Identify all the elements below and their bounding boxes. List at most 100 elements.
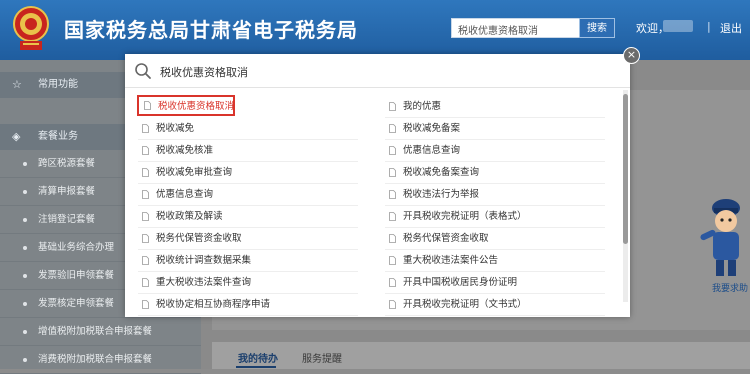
tab-service-reminder[interactable]: 服务提醒: [302, 350, 342, 365]
result-item[interactable]: 税务代保管资金收取: [385, 228, 605, 250]
result-item[interactable]: 税收违法行为举报: [385, 184, 605, 206]
result-item-highlighted[interactable]: 税收优惠资格取消: [137, 95, 235, 116]
result-item-label: 税收统计调查数据采集: [156, 255, 252, 266]
result-item[interactable]: 重大税收违法案件查询: [138, 272, 358, 294]
result-item-label: 开具税收完税证明（表格式）: [403, 211, 527, 222]
result-item-label: 优惠信息查询: [156, 189, 214, 200]
sidebar-item-label: 消费税附加税联合申报套餐: [38, 354, 153, 365]
result-item[interactable]: 税收统计调查数据采集: [138, 250, 358, 272]
bullet-icon: [23, 358, 27, 362]
national-emblem-icon: [13, 6, 49, 50]
document-icon: [144, 101, 151, 110]
result-item[interactable]: 开具中国税收居民身份证明: [385, 272, 605, 294]
sidebar-item[interactable]: 消费税附加税联合申报套餐: [0, 346, 201, 374]
document-icon: [142, 146, 149, 155]
sidebar-item-label: 发票核定申领套餐: [38, 298, 115, 309]
site-title: 国家税务总局甘肃省电子税务局: [64, 18, 358, 42]
result-item[interactable]: 税收减免备案: [385, 118, 605, 140]
result-item-label: 税收减免: [156, 123, 195, 134]
result-item-label: 开具税收完税证明（文书式）: [403, 299, 527, 310]
tab-my-todo[interactable]: 我的待办: [238, 350, 278, 365]
help-mascot-icon[interactable]: [696, 190, 750, 280]
username-redacted: [663, 20, 693, 32]
modal-divider: [125, 87, 630, 88]
document-icon: [142, 190, 149, 199]
result-item-label: 税收减免备案: [403, 123, 461, 134]
result-item[interactable]: 税收减免: [138, 118, 358, 140]
result-item-label: 税收减免核准: [156, 145, 214, 156]
document-icon: [142, 234, 149, 243]
document-icon: [389, 102, 396, 111]
document-icon: [389, 278, 396, 287]
document-icon: [389, 190, 396, 199]
result-item-label: 税收减免审批查询: [156, 167, 233, 178]
document-icon: [389, 124, 396, 133]
header-separator: |: [707, 20, 711, 33]
result-item-label: 重大税收违法案件查询: [156, 277, 252, 288]
document-icon: [389, 256, 396, 265]
document-icon: [142, 168, 149, 177]
result-item[interactable]: 税收减免审批查询: [138, 162, 358, 184]
result-item[interactable]: 优惠信息查询: [385, 140, 605, 162]
result-item[interactable]: 我的优惠: [385, 96, 605, 118]
modal-search-query[interactable]: 税收优惠资格取消: [160, 64, 248, 80]
main-tabs-bar: [212, 342, 750, 369]
result-item[interactable]: 优惠信息查询: [138, 184, 358, 206]
bullet-icon: [23, 330, 27, 334]
bullet-icon: [23, 190, 27, 194]
header-search-input[interactable]: 税收优惠资格取消: [451, 18, 581, 38]
result-item-label: 税务代保管资金收取: [403, 233, 489, 244]
document-icon: [389, 234, 396, 243]
result-item-label: 税务代保管资金收取: [156, 233, 242, 244]
result-item[interactable]: 税收政策及解读: [138, 206, 358, 228]
result-item-label: 税收违法行为举报: [403, 189, 480, 200]
sidebar-item-label: 发票验旧申领套餐: [38, 270, 115, 281]
result-item-label: 开具中国税收居民身份证明: [403, 277, 518, 288]
document-icon: [389, 146, 396, 155]
header-search-button[interactable]: 搜索: [579, 18, 615, 38]
result-item-label: 税收协定相互协商程序申请: [156, 299, 271, 310]
logout-link[interactable]: 退出: [720, 20, 742, 36]
result-item[interactable]: 开具税收完税证明（表格式）: [385, 206, 605, 228]
active-tab-underline: [236, 366, 276, 368]
sidebar-favorites-label: 常用功能: [38, 79, 78, 90]
result-item-label: 税收减免备案查询: [403, 167, 480, 178]
document-icon: [142, 256, 149, 265]
search-icon: [135, 63, 151, 79]
document-icon: [142, 300, 149, 309]
result-item[interactable]: 税收减免备案查询: [385, 162, 605, 184]
sidebar-item-label: 注销登记套餐: [38, 214, 96, 225]
sidebar-packages-label: 套餐业务: [38, 131, 78, 142]
document-icon: [389, 300, 396, 309]
result-item-label: 重大税收违法案件公告: [403, 255, 499, 266]
result-item[interactable]: 税务代保管资金收取: [138, 228, 358, 250]
bullet-icon: [23, 274, 27, 278]
sidebar-item-label: 跨区税源套餐: [38, 158, 96, 169]
sidebar-item-label: 清算申报套餐: [38, 186, 96, 197]
result-item-label: 税收政策及解读: [156, 211, 223, 222]
help-mascot-label[interactable]: 我要求助: [712, 281, 748, 294]
result-item-label: 我的优惠: [403, 101, 442, 112]
bullet-icon: [23, 302, 27, 306]
bullet-icon: [23, 162, 27, 166]
document-icon: [142, 212, 149, 221]
result-item[interactable]: 税收减免核准: [138, 140, 358, 162]
sidebar-item-label: 增值税附加税联合申报套餐: [38, 326, 153, 337]
document-icon: [142, 278, 149, 287]
star-icon: ☆: [12, 78, 22, 91]
document-icon: [389, 168, 396, 177]
modal-scrollbar-thumb[interactable]: [623, 94, 628, 244]
bullet-icon: [23, 246, 27, 250]
close-icon[interactable]: ×: [623, 47, 640, 64]
result-item[interactable]: 税收协定相互协商程序申请: [138, 294, 358, 316]
sidebar-item-label: 基础业务综合办理: [38, 242, 115, 253]
document-icon: [389, 212, 396, 221]
result-item-label: 税收优惠资格取消: [158, 101, 235, 112]
result-item-label: 优惠信息查询: [403, 145, 461, 156]
result-item[interactable]: 重大税收违法案件公告: [385, 250, 605, 272]
sidebar-item[interactable]: 增值税附加税联合申报套餐: [0, 318, 201, 346]
result-item[interactable]: 开具税收完税证明（文书式）: [385, 294, 605, 316]
document-icon: [142, 124, 149, 133]
layers-icon: ◈: [12, 130, 21, 143]
bullet-icon: [23, 218, 27, 222]
